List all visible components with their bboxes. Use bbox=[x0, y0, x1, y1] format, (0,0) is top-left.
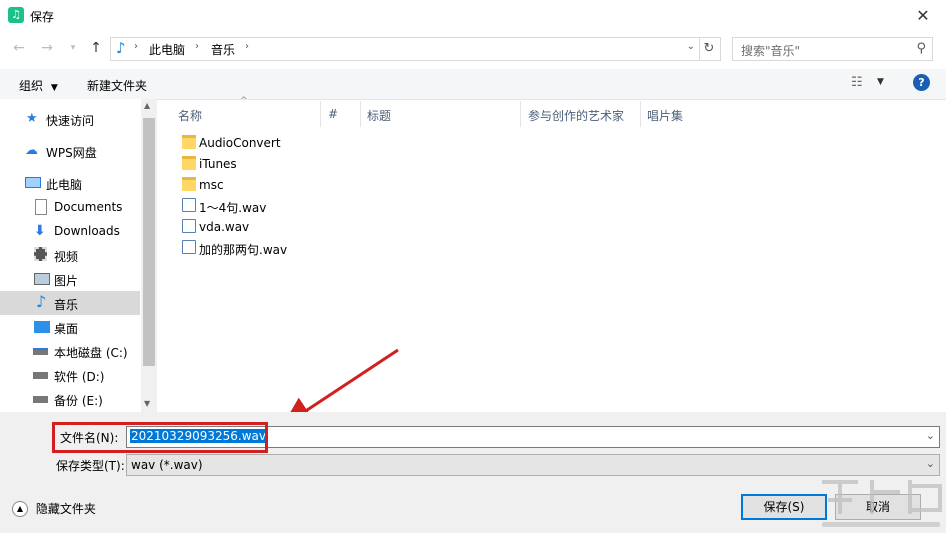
chevron-up-icon: ▲ bbox=[12, 500, 28, 517]
watermark-logo bbox=[822, 480, 942, 527]
hide-folders-label: 隐藏文件夹 bbox=[35, 502, 96, 516]
filetype-label: 保存类型(T): bbox=[56, 459, 125, 473]
annotation-arrow-line bbox=[281, 348, 399, 427]
annotation-highlight-box bbox=[52, 422, 268, 453]
chevron-down-icon[interactable]: ⌄ bbox=[926, 429, 935, 442]
filetype-value: wav (*.wav) bbox=[131, 458, 203, 472]
chevron-down-icon: ⌄ bbox=[925, 457, 935, 470]
hide-folders-toggle[interactable]: ▲ 隐藏文件夹 bbox=[12, 500, 96, 517]
